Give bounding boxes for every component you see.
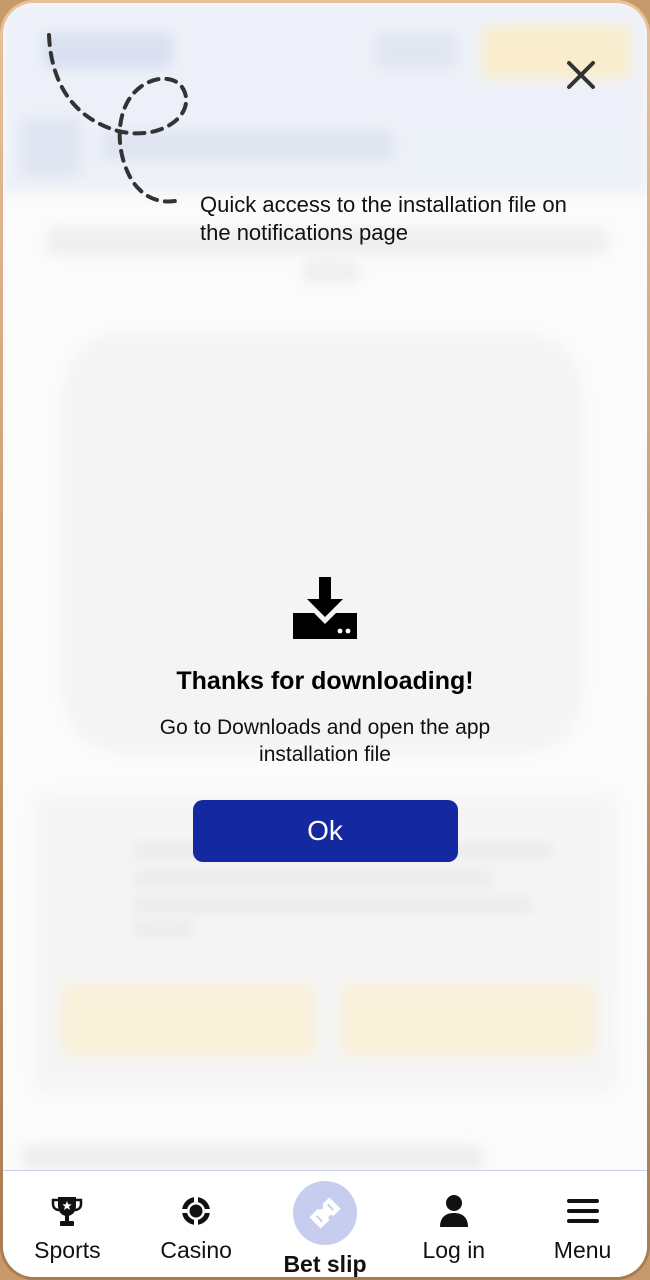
bg-text-line bbox=[133, 897, 533, 913]
nav-item-sports[interactable]: Sports bbox=[7, 1171, 127, 1264]
close-button[interactable] bbox=[559, 53, 603, 97]
hint-text: Quick access to the installation file on… bbox=[200, 192, 567, 245]
download-icon bbox=[293, 577, 357, 639]
casino-chip-icon bbox=[180, 1193, 212, 1229]
bg-page-heading-line2 bbox=[303, 261, 359, 283]
nav-item-casino[interactable]: Casino bbox=[136, 1171, 256, 1264]
ticket-icon bbox=[292, 1181, 357, 1245]
dashed-arrow-icon bbox=[47, 33, 189, 204]
bg-text-line bbox=[133, 921, 193, 937]
nav-label: Casino bbox=[160, 1237, 232, 1263]
bottom-navigation: Sports Casino Bet slip Log in Menu bbox=[3, 1170, 647, 1277]
dialog-message: Go to Downloads and open the app install… bbox=[159, 716, 491, 766]
bg-ios-button bbox=[341, 983, 595, 1057]
nav-item-log-in[interactable]: Log in bbox=[394, 1171, 514, 1264]
trophy-icon bbox=[50, 1193, 84, 1229]
bg-android-button bbox=[61, 983, 315, 1057]
nav-item-bet-slip[interactable]: Bet slip bbox=[265, 1171, 385, 1277]
user-icon bbox=[438, 1193, 470, 1229]
hamburger-menu-icon bbox=[566, 1193, 600, 1229]
bg-section-heading bbox=[23, 1147, 483, 1169]
dialog-title: Thanks for downloading! bbox=[176, 667, 474, 695]
screen: Quick access to the installation file on… bbox=[3, 3, 647, 1277]
download-complete-dialog: Thanks for downloading! Go to Downloads … bbox=[3, 573, 647, 862]
nav-label: Sports bbox=[34, 1237, 101, 1263]
nav-item-menu[interactable]: Menu bbox=[523, 1171, 643, 1264]
bg-register-button bbox=[481, 25, 631, 79]
ok-button[interactable]: Ok bbox=[192, 800, 458, 862]
nav-label: Menu bbox=[553, 1237, 612, 1263]
bg-login-button bbox=[375, 33, 457, 69]
bg-text-line bbox=[133, 871, 493, 887]
nav-label: Log in bbox=[422, 1237, 486, 1263]
nav-label: Bet slip bbox=[283, 1251, 367, 1277]
close-icon bbox=[567, 61, 595, 89]
device-frame: Quick access to the installation file on… bbox=[0, 0, 650, 1280]
